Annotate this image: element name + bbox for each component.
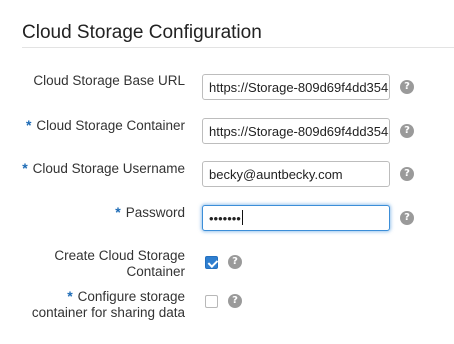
help-icon[interactable]: ? (400, 80, 414, 94)
create-container-label: Create Cloud Storage Container (54, 248, 185, 279)
password-input[interactable]: ••••••• (202, 205, 390, 231)
container-input[interactable]: https://Storage-809d69f4dd3543... (202, 118, 390, 144)
required-asterisk: * (115, 204, 121, 220)
help-icon[interactable]: ? (228, 294, 242, 308)
base-url-label: Cloud Storage Base URL (33, 73, 185, 88)
username-label: * Cloud Storage Username (22, 160, 185, 176)
help-icon[interactable]: ? (400, 211, 414, 225)
help-icon[interactable]: ? (228, 255, 242, 269)
password-label: * Password (115, 204, 185, 220)
configure-sharing-checkbox[interactable] (205, 295, 218, 308)
section-title: Cloud Storage Configuration (22, 22, 262, 43)
username-input[interactable]: becky@auntbecky.com (202, 161, 390, 187)
container-label: * Cloud Storage Container (25, 117, 185, 133)
text-caret (241, 210, 243, 225)
required-asterisk: * (22, 160, 28, 176)
help-icon[interactable]: ? (400, 167, 414, 181)
help-icon[interactable]: ? (400, 124, 414, 138)
required-asterisk: * (25, 117, 32, 133)
base-url-input[interactable]: https://Storage-809d69f4dd3543... (202, 74, 390, 100)
required-asterisk: * (67, 288, 73, 304)
configure-sharing-label: * Configure storage container for sharing… (31, 288, 185, 320)
create-container-checkbox[interactable] (205, 256, 218, 269)
checkmark-icon (207, 256, 218, 268)
section-divider (22, 47, 454, 48)
